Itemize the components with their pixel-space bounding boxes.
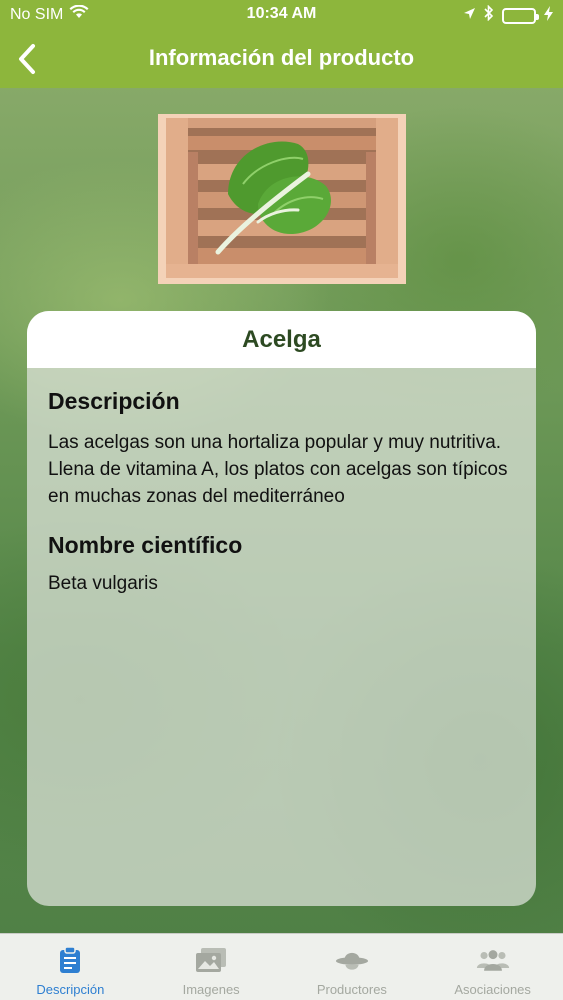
tab-label: Asociaciones xyxy=(454,982,531,997)
product-image xyxy=(158,114,406,284)
tab-label: Productores xyxy=(316,982,387,997)
tab-asociaciones[interactable]: Asociaciones xyxy=(422,934,563,1000)
tab-imagenes[interactable]: Imagenes xyxy=(141,934,282,1000)
location-arrow-icon xyxy=(463,7,476,25)
group-icon xyxy=(476,944,510,976)
tab-label: Imagenes xyxy=(182,982,240,997)
bluetooth-icon xyxy=(484,4,494,26)
tab-bar: Descripción Imagenes Productores Asociac… xyxy=(0,933,563,1000)
scientific-name-heading: Nombre científico xyxy=(48,532,243,558)
battery-icon xyxy=(502,7,539,24)
description-heading: Descripción xyxy=(48,388,180,414)
status-bar: No SIM 10:34 AM xyxy=(0,0,563,30)
images-icon xyxy=(194,944,228,976)
charging-icon xyxy=(544,5,553,26)
farmer-hat-icon xyxy=(335,944,369,976)
tab-label: Descripción xyxy=(36,982,105,997)
tab-productores[interactable]: Productores xyxy=(282,934,423,1000)
product-name: Acelga xyxy=(27,311,536,368)
scientific-name-text: Beta vulgaris xyxy=(48,573,158,594)
clipboard-icon xyxy=(53,944,87,976)
tab-descripcion[interactable]: Descripción xyxy=(0,934,141,1000)
page-title: Información del producto xyxy=(148,45,415,70)
description-text: Las acelgas son una hortaliza popular y … xyxy=(48,432,508,507)
navigation-bar: Información del producto xyxy=(0,30,563,88)
product-card: Acelga Descripción Las acelgas son una h… xyxy=(27,311,536,906)
